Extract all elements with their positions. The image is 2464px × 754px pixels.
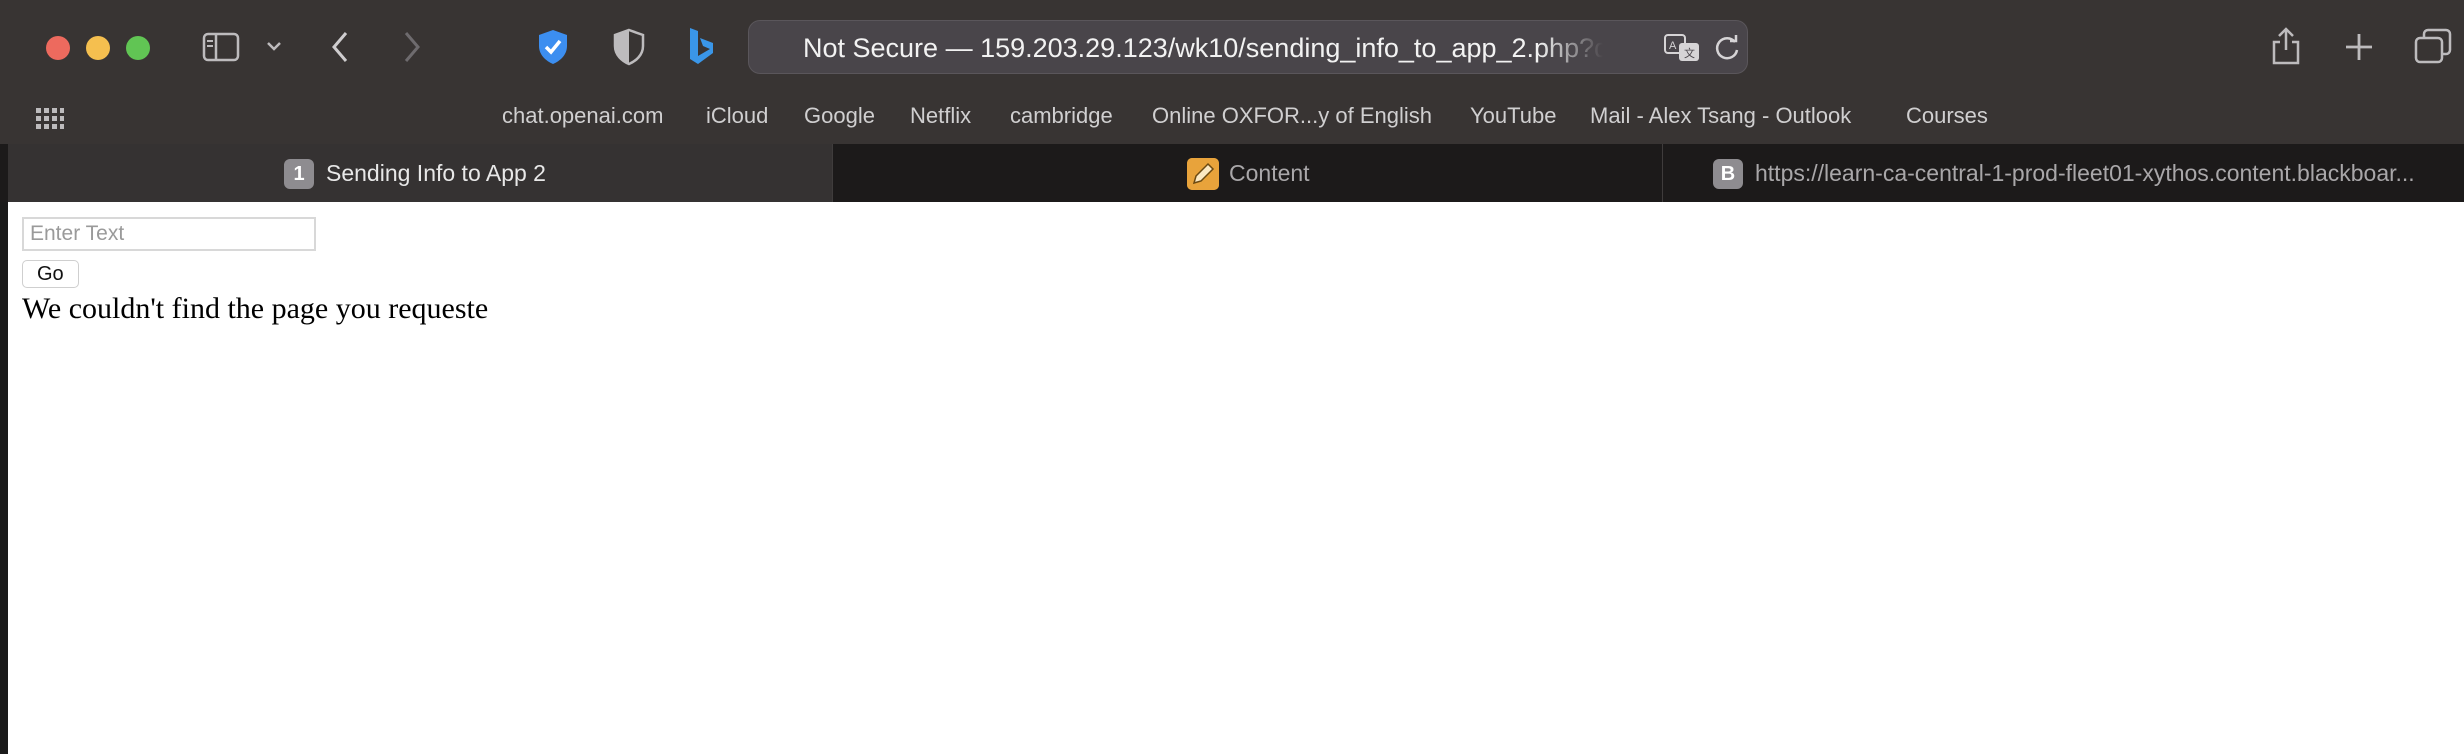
- tab-label: https://learn-ca-central-1-prod-fleet01-…: [1755, 160, 2415, 186]
- text-input[interactable]: [22, 217, 316, 251]
- shield-check-icon[interactable]: [536, 28, 570, 66]
- favorite-link[interactable]: Mail - Alex Tsang - Outlook: [1590, 103, 1851, 129]
- zoom-window-button[interactable]: [126, 36, 150, 60]
- svg-text:文: 文: [1684, 46, 1695, 60]
- tab-overview-icon[interactable]: [2414, 28, 2452, 66]
- tab-number-badge: 1: [284, 159, 314, 189]
- tab-blackboard[interactable]: B https://learn-ca-central-1-prod-fleet0…: [1662, 144, 2464, 202]
- favorite-link[interactable]: Google: [804, 103, 875, 129]
- chevron-down-icon[interactable]: [266, 40, 282, 52]
- favorite-link[interactable]: Netflix: [910, 103, 971, 129]
- share-icon[interactable]: [2270, 26, 2302, 66]
- browser-toolbar: Not Secure — 159.203.29.123/wk10/sending…: [0, 0, 2464, 94]
- new-tab-plus-icon[interactable]: [2344, 32, 2374, 62]
- pencil-favicon-icon: [1187, 158, 1219, 190]
- forward-arrow-icon[interactable]: [402, 30, 422, 64]
- privacy-shield-icon[interactable]: [612, 28, 646, 66]
- reload-icon[interactable]: [1713, 34, 1741, 62]
- tab-bar: 1 Sending Info to App 2 Content B https:…: [0, 144, 2464, 202]
- favorite-link[interactable]: chat.openai.com: [502, 103, 663, 129]
- minimize-window-button[interactable]: [86, 36, 110, 60]
- close-window-button[interactable]: [46, 36, 70, 60]
- favorite-link[interactable]: Courses: [1906, 103, 1988, 129]
- tab-sending-info[interactable]: 1 Sending Info to App 2: [8, 144, 832, 202]
- sidebar-toggle-icon[interactable]: [202, 32, 240, 62]
- favorite-link[interactable]: cambridge: [1010, 103, 1113, 129]
- favorites-bar: chat.openai.com iCloud Google Netflix ca…: [0, 94, 2464, 144]
- url-text[interactable]: Not Secure — 159.203.29.123/wk10/sending…: [803, 33, 1603, 64]
- tab-label: Content: [1229, 160, 1310, 186]
- address-bar[interactable]: Not Secure — 159.203.29.123/wk10/sending…: [748, 20, 1748, 74]
- page-content: Go We couldn't find the page you request…: [8, 202, 2464, 754]
- bing-icon[interactable]: [686, 26, 716, 68]
- back-arrow-icon[interactable]: [330, 30, 350, 64]
- translate-icon[interactable]: A 文: [1663, 33, 1701, 63]
- svg-text:A: A: [1669, 40, 1677, 52]
- favorite-link[interactable]: YouTube: [1470, 103, 1556, 129]
- favorite-link[interactable]: iCloud: [706, 103, 768, 129]
- blackboard-favicon-icon: B: [1713, 159, 1743, 189]
- favorites-grid-icon[interactable]: [36, 106, 64, 130]
- favorite-link[interactable]: Online OXFOR...y of English: [1152, 103, 1432, 129]
- tab-content[interactable]: Content: [832, 144, 1662, 202]
- go-button[interactable]: Go: [22, 260, 79, 288]
- not-found-message: We couldn't find the page you requeste: [22, 292, 489, 325]
- tab-label: Sending Info to App 2: [326, 160, 546, 186]
